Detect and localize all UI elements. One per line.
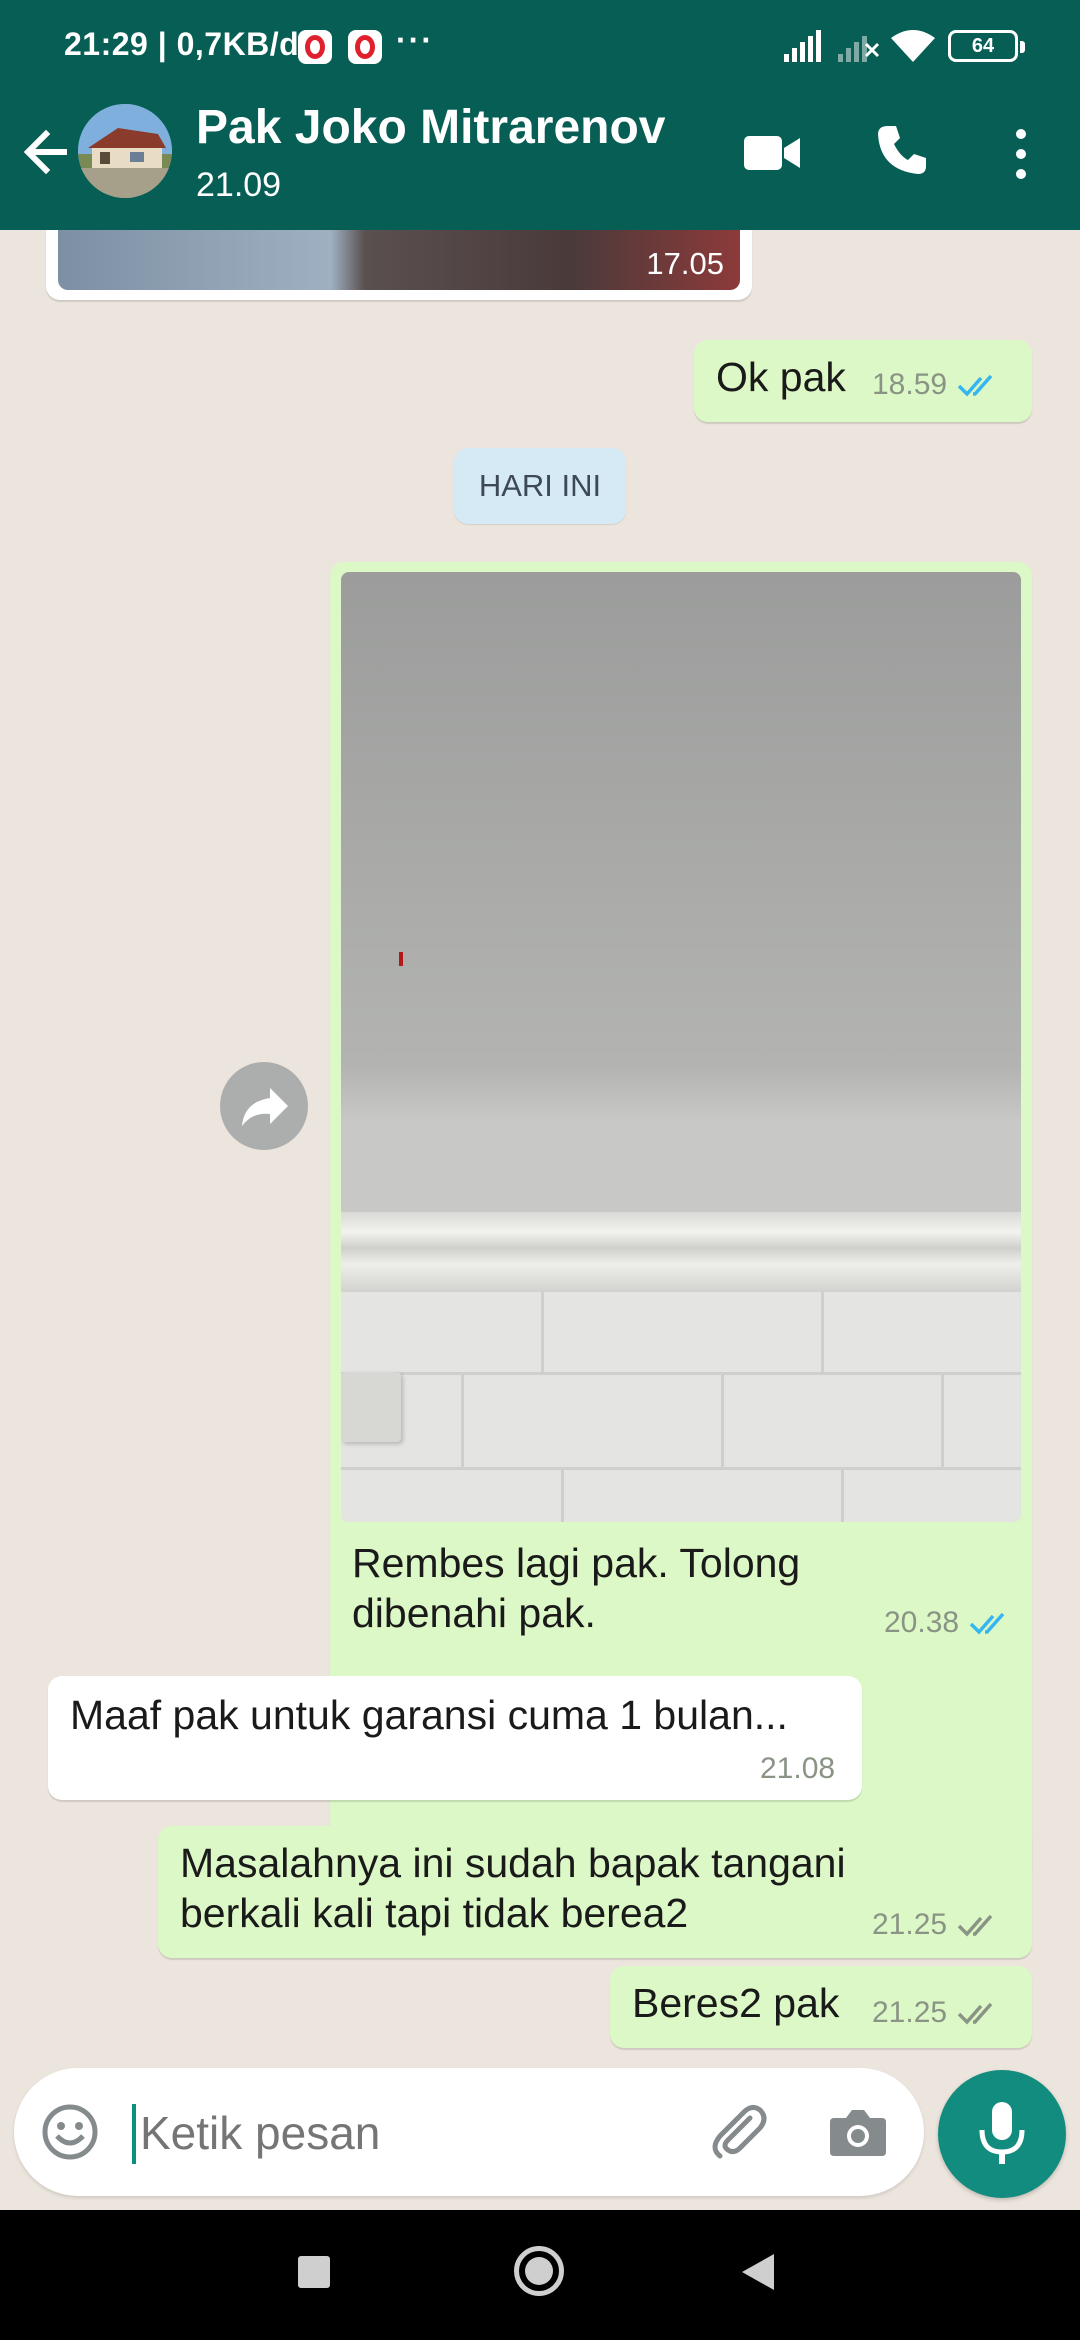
photo-molding	[341, 1212, 1021, 1292]
recents-button[interactable]	[298, 2256, 330, 2288]
contact-last-seen[interactable]: 21.09	[196, 166, 281, 205]
text-cursor	[132, 2104, 136, 2164]
message-composer	[14, 2068, 924, 2196]
outgoing-message[interactable]: Beres2 pak 21.25	[610, 1966, 1032, 2048]
back-arrow-icon[interactable]	[20, 120, 74, 184]
message-meta: 20.38	[884, 1606, 1015, 1640]
delivered-ticks-icon	[957, 1914, 993, 1937]
read-ticks-icon	[969, 1612, 1005, 1635]
message-text: Ok pak	[716, 354, 846, 400]
voice-call-icon[interactable]	[874, 122, 930, 178]
photo-caption-line-2: dibenahi pak.	[352, 1590, 596, 1636]
chat-header: Pak Joko Mitrarenov 21.09	[0, 76, 1080, 230]
home-button[interactable]	[514, 2246, 564, 2296]
date-divider: HARI INI	[454, 448, 626, 524]
signal-icon	[784, 30, 821, 62]
chat-area[interactable]: 17.05 Ok pak 18.59 HARI INI Rembes lagi …	[0, 230, 1080, 2080]
message-text-line-2: berkali kali tapi tidak berea2	[180, 1890, 689, 1936]
read-ticks-icon	[957, 374, 993, 397]
status-time: 21:29 | 0,7KB/d	[64, 26, 300, 62]
photo-caption-line-1: Rembes lagi pak. Tolong	[352, 1540, 801, 1586]
photo-wall-tiles	[341, 1292, 1021, 1522]
contact-avatar[interactable]	[78, 104, 172, 198]
message-text-line-1: Masalahnya ini sudah bapak tangani	[180, 1840, 846, 1886]
opera-icon	[298, 30, 332, 64]
outgoing-message[interactable]: Masalahnya ini sudah bapak tangani berka…	[158, 1826, 1032, 1958]
message-time: 21.25	[872, 1996, 948, 2029]
signal-2-icon	[838, 36, 880, 62]
system-navigation-bar	[0, 2210, 1080, 2340]
microphone-icon	[979, 2102, 1025, 2164]
photo-outlet	[341, 1372, 401, 1442]
contact-name[interactable]: Pak Joko Mitrarenov	[196, 100, 666, 155]
status-bar: 21:29 | 0,7KB/d ··· 64	[0, 0, 1080, 76]
delivered-ticks-icon	[957, 2002, 993, 2025]
message-text: Beres2 pak	[632, 1980, 840, 2026]
message-time: 21.25	[872, 1908, 948, 1941]
message-meta: 21.25	[872, 1996, 1003, 2030]
incoming-photo-message[interactable]: 17.05	[46, 230, 752, 300]
message-time: 17.05	[646, 246, 724, 281]
message-time: 18.59	[872, 368, 948, 401]
message-meta: 18.59	[872, 368, 1003, 402]
message-text: Maaf pak untuk garansi cuma 1 bulan...	[70, 1692, 788, 1738]
message-time: 21.08	[760, 1752, 836, 1785]
wifi-icon	[891, 30, 935, 62]
opera-mini-icon	[348, 30, 382, 64]
camera-icon[interactable]	[828, 2102, 888, 2160]
outgoing-message[interactable]: Ok pak 18.59	[694, 340, 1032, 422]
photo-stain	[399, 952, 403, 966]
system-back-button[interactable]	[742, 2254, 774, 2290]
message-time: 20.38	[884, 1606, 960, 1639]
more-notifications-icon: ···	[396, 22, 434, 58]
video-call-icon[interactable]	[742, 128, 802, 178]
photo-attachment[interactable]	[341, 572, 1021, 1522]
more-options-icon[interactable]	[1004, 124, 1038, 184]
message-input[interactable]	[140, 2098, 680, 2168]
emoji-icon[interactable]	[40, 2102, 100, 2162]
battery-icon: 64	[948, 30, 1025, 62]
forward-button[interactable]	[220, 1062, 308, 1150]
previous-photo[interactable]: 17.05	[58, 230, 740, 290]
voice-record-button[interactable]	[938, 2070, 1066, 2198]
incoming-message[interactable]: Maaf pak untuk garansi cuma 1 bulan... 2…	[48, 1676, 862, 1800]
message-meta: 21.25	[872, 1908, 1003, 1942]
attach-icon[interactable]	[706, 2100, 770, 2164]
forward-icon	[242, 1088, 288, 1126]
